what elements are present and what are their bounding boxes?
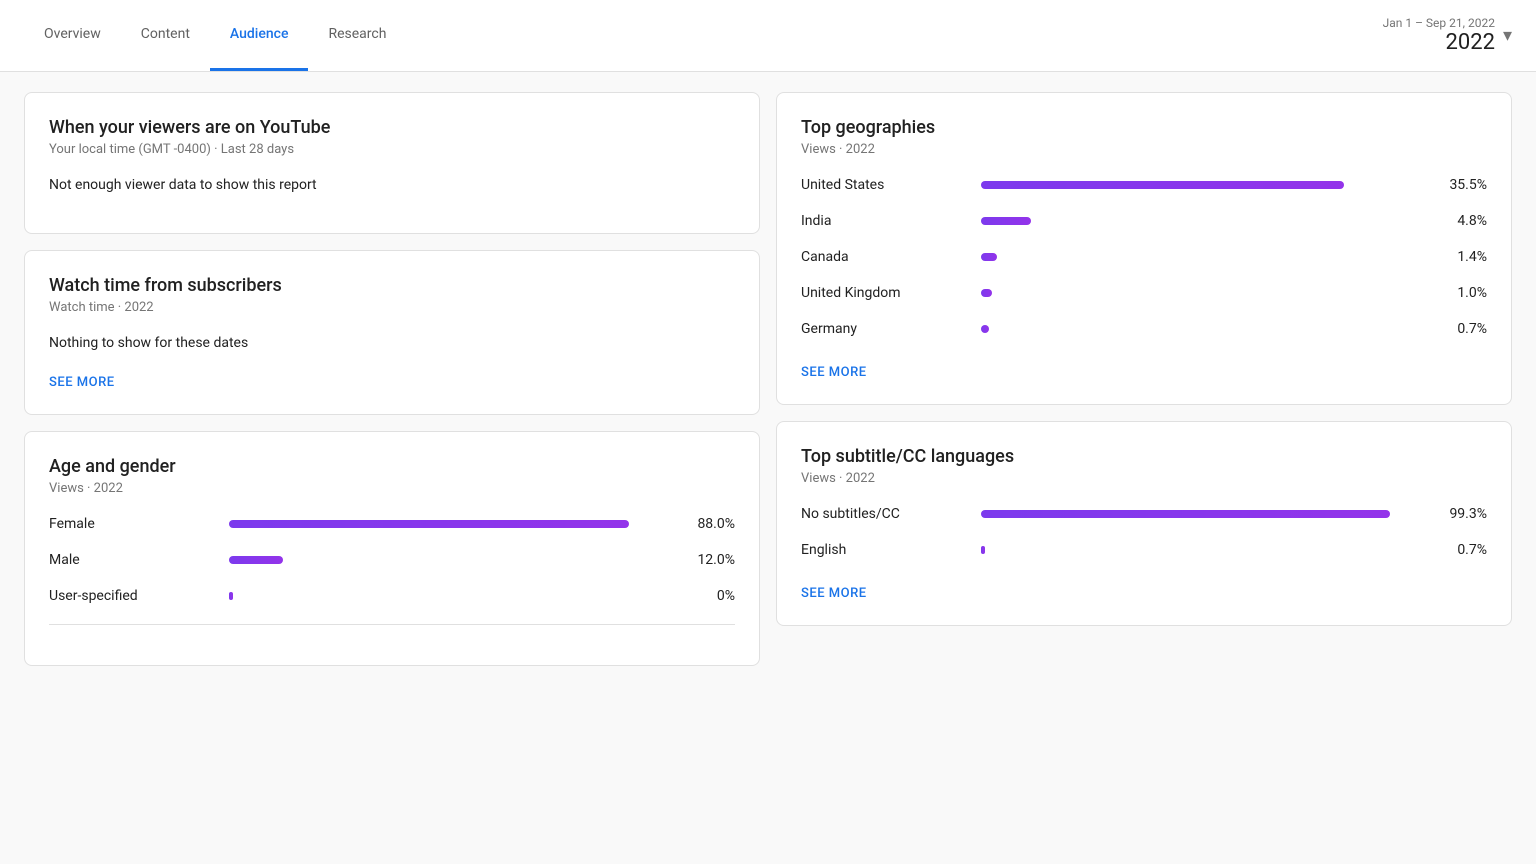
female-bar-track <box>229 520 683 528</box>
india-bar-track <box>981 217 1435 225</box>
no-subtitles-bar-track <box>981 510 1435 518</box>
watch-time-card-subtitle: Watch time · 2022 <box>49 300 735 315</box>
us-label: United States <box>801 177 981 193</box>
us-bar-track <box>981 181 1435 189</box>
no-subtitles-label: No subtitles/CC <box>801 506 981 522</box>
age-gender-card: Age and gender Views · 2022 Female 88.0%… <box>24 431 760 666</box>
date-selector[interactable]: Jan 1 – Sep 21, 2022 2022 ▾ <box>1383 16 1512 55</box>
watch-time-card: Watch time from subscribers Watch time ·… <box>24 250 760 415</box>
female-value: 88.0% <box>683 516 735 532</box>
chevron-down-icon: ▾ <box>1503 25 1512 46</box>
uk-bar-track <box>981 289 1435 297</box>
tab-overview-label: Overview <box>44 26 101 42</box>
viewers-card-subtitle: Your local time (GMT -0400) · Last 28 da… <box>49 142 735 157</box>
tab-content[interactable]: Content <box>121 0 210 71</box>
tab-audience[interactable]: Audience <box>210 0 309 71</box>
male-value: 12.0% <box>683 552 735 568</box>
watch-time-see-more-link[interactable]: SEE MORE <box>49 375 115 390</box>
tab-research-label: Research <box>328 26 386 42</box>
canada-bar-fill <box>981 253 997 261</box>
india-value: 4.8% <box>1435 213 1487 229</box>
top-geo-card-subtitle: Views · 2022 <box>801 142 1487 157</box>
no-subtitles-bar-fill <box>981 510 1390 518</box>
watch-time-card-message: Nothing to show for these dates <box>49 335 735 351</box>
english-value: 0.7% <box>1435 542 1487 558</box>
age-gender-divider <box>49 624 735 625</box>
india-label: India <box>801 213 981 229</box>
top-geo-card-title: Top geographies <box>801 117 1487 138</box>
english-label: English <box>801 542 981 558</box>
germany-value: 0.7% <box>1435 321 1487 337</box>
date-range-text: Jan 1 – Sep 21, 2022 <box>1383 16 1495 30</box>
user-specified-bar-fill <box>229 592 233 600</box>
top-geographies-card: Top geographies Views · 2022 United Stat… <box>776 92 1512 405</box>
main-content: When your viewers are on YouTube Your lo… <box>0 72 1536 686</box>
uk-value: 1.0% <box>1435 285 1487 301</box>
us-bar-fill <box>981 181 1344 189</box>
top-subtitle-card-title: Top subtitle/CC languages <box>801 446 1487 467</box>
geo-see-more-link[interactable]: SEE MORE <box>801 365 867 380</box>
subtitle-see-more-link[interactable]: SEE MORE <box>801 586 867 601</box>
english-bar-fill <box>981 546 985 554</box>
india-bar-fill <box>981 217 1031 225</box>
canada-label: Canada <box>801 249 981 265</box>
age-gender-row-male: Male 12.0% <box>49 552 735 568</box>
age-gender-card-subtitle: Views · 2022 <box>49 481 735 496</box>
germany-bar-fill <box>981 325 989 333</box>
germany-bar-track <box>981 325 1435 333</box>
subtitle-row-english: English 0.7% <box>801 542 1487 558</box>
user-specified-bar-track <box>229 592 683 600</box>
subtitle-row-none: No subtitles/CC 99.3% <box>801 506 1487 522</box>
tab-overview[interactable]: Overview <box>24 0 121 71</box>
english-bar-track <box>981 546 1435 554</box>
nav-tabs: Overview Content Audience Research <box>24 0 406 71</box>
age-gender-row-female: Female 88.0% <box>49 516 735 532</box>
geo-row-us: United States 35.5% <box>801 177 1487 193</box>
female-label: Female <box>49 516 229 532</box>
uk-label: United Kingdom <box>801 285 981 301</box>
age-gender-row-user-specified: User-specified 0% <box>49 588 735 604</box>
geo-row-germany: Germany 0.7% <box>801 321 1487 337</box>
geo-row-canada: Canada 1.4% <box>801 249 1487 265</box>
male-bar-track <box>229 556 683 564</box>
watch-time-card-title: Watch time from subscribers <box>49 275 735 296</box>
viewers-card-message: Not enough viewer data to show this repo… <box>49 177 735 193</box>
tab-research[interactable]: Research <box>308 0 406 71</box>
top-subtitle-card: Top subtitle/CC languages Views · 2022 N… <box>776 421 1512 626</box>
no-subtitles-value: 99.3% <box>1435 506 1487 522</box>
viewers-card: When your viewers are on YouTube Your lo… <box>24 92 760 234</box>
user-specified-label: User-specified <box>49 588 229 604</box>
right-column: Top geographies Views · 2022 United Stat… <box>776 92 1512 666</box>
left-column: When your viewers are on YouTube Your lo… <box>24 92 760 666</box>
user-specified-value: 0% <box>683 588 735 604</box>
canada-bar-track <box>981 253 1435 261</box>
male-label: Male <box>49 552 229 568</box>
tab-content-label: Content <box>141 26 190 42</box>
date-year: 2022 <box>1383 30 1495 55</box>
top-subtitle-card-subtitle: Views · 2022 <box>801 471 1487 486</box>
uk-bar-fill <box>981 289 992 297</box>
female-bar-fill <box>229 520 629 528</box>
germany-label: Germany <box>801 321 981 337</box>
geo-row-india: India 4.8% <box>801 213 1487 229</box>
viewers-card-title: When your viewers are on YouTube <box>49 117 735 138</box>
male-bar-fill <box>229 556 283 564</box>
canada-value: 1.4% <box>1435 249 1487 265</box>
geo-row-uk: United Kingdom 1.0% <box>801 285 1487 301</box>
tab-audience-label: Audience <box>230 26 289 42</box>
age-gender-card-title: Age and gender <box>49 456 735 477</box>
top-navigation: Overview Content Audience Research Jan 1… <box>0 0 1536 72</box>
us-value: 35.5% <box>1435 177 1487 193</box>
